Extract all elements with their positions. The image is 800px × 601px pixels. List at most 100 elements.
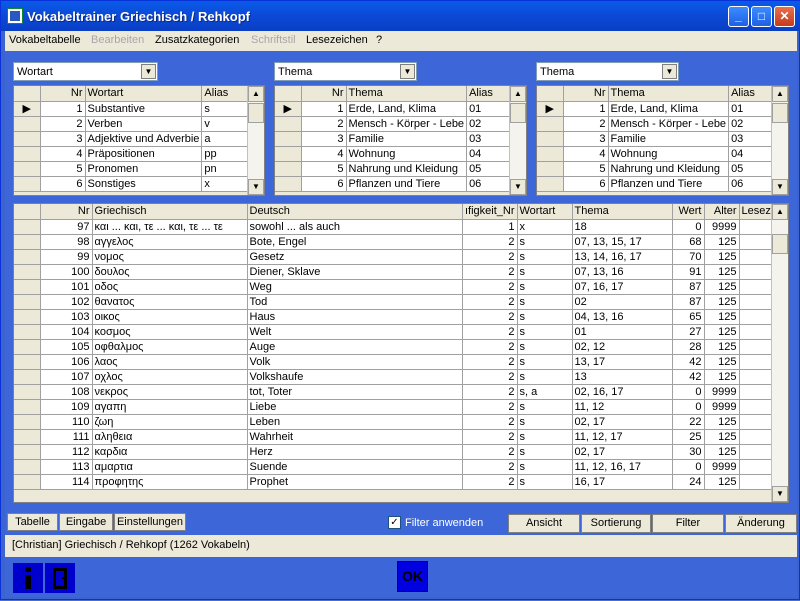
table-row[interactable]: 3 Familie 03 bbox=[537, 131, 778, 147]
col-header-alias[interactable]: Alias bbox=[728, 86, 778, 102]
col-header-nr[interactable]: Nr bbox=[301, 86, 347, 102]
table-cell[interactable] bbox=[739, 399, 774, 415]
table-cell[interactable]: Nahrung und Kleidung bbox=[346, 161, 468, 177]
row-indicator[interactable] bbox=[14, 294, 41, 310]
table-cell[interactable]: Weg bbox=[247, 279, 463, 295]
col-header-wert[interactable]: Wert bbox=[672, 204, 705, 220]
table-cell[interactable]: s bbox=[517, 414, 573, 430]
table-cell[interactable]: 02, 17 bbox=[572, 414, 673, 430]
table-row[interactable]: 112 καρδια Herz 2 s 02, 17 30 125 bbox=[14, 444, 774, 460]
table-cell[interactable]: 04, 13, 16 bbox=[572, 309, 673, 325]
table-cell[interactable]: 106 bbox=[40, 354, 93, 370]
table-cell[interactable]: Verben bbox=[85, 116, 203, 132]
table-cell[interactable]: ζωη bbox=[92, 414, 248, 430]
table-cell[interactable]: 125 bbox=[704, 369, 740, 385]
table-row[interactable]: 2 Verben v bbox=[14, 116, 253, 132]
table-cell[interactable]: 2 bbox=[462, 369, 518, 385]
row-indicator[interactable] bbox=[537, 116, 564, 132]
scroll-down-icon[interactable]: ▼ bbox=[772, 179, 788, 195]
col-header-thema[interactable]: Thema bbox=[572, 204, 673, 220]
table-cell[interactable]: 125 bbox=[704, 309, 740, 325]
table-cell[interactable]: 9999 bbox=[704, 384, 740, 400]
vertical-scrollbar[interactable]: ▲ ▼ bbox=[247, 86, 264, 195]
table-cell[interactable]: Erde, Land, Klima bbox=[346, 101, 468, 117]
info-button[interactable] bbox=[13, 563, 43, 593]
table-cell[interactable]: 108 bbox=[40, 384, 93, 400]
table-cell[interactable]: Pflanzen und Tiere bbox=[608, 176, 730, 192]
table-cell[interactable]: 3 bbox=[563, 131, 609, 147]
row-indicator[interactable] bbox=[14, 324, 41, 340]
table-cell[interactable]: 125 bbox=[704, 249, 740, 265]
table-cell[interactable]: 5 bbox=[563, 161, 609, 177]
table-cell[interactable]: θανατος bbox=[92, 294, 248, 310]
table-cell[interactable]: 125 bbox=[704, 354, 740, 370]
row-indicator[interactable] bbox=[14, 116, 41, 132]
col-header-alias[interactable]: Alias bbox=[466, 86, 516, 102]
table-cell[interactable]: 103 bbox=[40, 309, 93, 325]
table-row[interactable]: ▶ 1 Erde, Land, Klima 01 bbox=[275, 101, 516, 117]
row-indicator[interactable] bbox=[14, 369, 41, 385]
table-cell[interactable]: 02, 17 bbox=[572, 444, 673, 460]
table-cell[interactable]: Pflanzen und Tiere bbox=[346, 176, 468, 192]
table-cell[interactable]: 2 bbox=[462, 399, 518, 415]
exit-button[interactable] bbox=[45, 563, 75, 593]
table-cell[interactable]: x bbox=[201, 176, 253, 192]
table-cell[interactable]: αμαρτια bbox=[92, 459, 248, 475]
row-indicator[interactable] bbox=[537, 161, 564, 177]
table-row[interactable]: 6 Pflanzen und Tiere 06 bbox=[275, 176, 516, 192]
table-cell[interactable]: 1 bbox=[301, 101, 347, 117]
ansicht-button[interactable]: Ansicht bbox=[508, 514, 580, 533]
table-cell[interactable]: 2 bbox=[462, 459, 518, 475]
table-cell[interactable]: 01 bbox=[728, 101, 778, 117]
table-cell[interactable]: 105 bbox=[40, 339, 93, 355]
table-row[interactable]: 4 Präpositionen pp bbox=[14, 146, 253, 162]
row-indicator[interactable]: ▶ bbox=[537, 101, 564, 117]
table-cell[interactable]: 3 bbox=[301, 131, 347, 147]
table-cell[interactable] bbox=[739, 339, 774, 355]
table-cell[interactable]: 01 bbox=[572, 324, 673, 340]
row-indicator[interactable] bbox=[275, 176, 302, 192]
table-cell[interactable]: Präpositionen bbox=[85, 146, 203, 162]
row-indicator[interactable] bbox=[14, 279, 41, 295]
table-row[interactable]: 98 αγγελος Bote, Engel 2 s 07, 13, 15, 17 68 12… bbox=[14, 234, 774, 250]
table-cell[interactable] bbox=[739, 309, 774, 325]
table-cell[interactable]: pn bbox=[201, 161, 253, 177]
table-cell[interactable]: Familie bbox=[346, 131, 468, 147]
table-cell[interactable]: s bbox=[517, 444, 573, 460]
col-header-alter[interactable]: Alter bbox=[704, 204, 740, 220]
table-row[interactable]: 113 αμαρτια Suende 2 s 11, 12, 16, 17 0 9999 bbox=[14, 459, 774, 475]
menu-schriftstil[interactable]: Schriftstil bbox=[251, 34, 296, 46]
row-indicator[interactable] bbox=[14, 474, 41, 490]
table-cell[interactable]: 111 bbox=[40, 429, 93, 445]
table-cell[interactable]: Haus bbox=[247, 309, 463, 325]
table-cell[interactable]: 0 bbox=[672, 219, 705, 235]
table-cell[interactable]: Leben bbox=[247, 414, 463, 430]
table-row[interactable]: 5 Nahrung und Kleidung 05 bbox=[537, 161, 778, 177]
table-cell[interactable]: Diener, Sklave bbox=[247, 264, 463, 280]
table-cell[interactable]: Wohnung bbox=[346, 146, 468, 162]
col-header-nr[interactable]: Nr bbox=[40, 204, 93, 220]
table-cell[interactable]: 11, 12 bbox=[572, 399, 673, 415]
table-cell[interactable]: 9999 bbox=[704, 459, 740, 475]
scroll-thumb[interactable] bbox=[510, 103, 526, 123]
table-cell[interactable]: 70 bbox=[672, 249, 705, 265]
table-cell[interactable]: s, a bbox=[517, 384, 573, 400]
table-cell[interactable]: s bbox=[517, 474, 573, 490]
table-row[interactable]: ▶ 1 Substantive s bbox=[14, 101, 253, 117]
table-cell[interactable]: s bbox=[517, 354, 573, 370]
table-row[interactable]: 102 θανατος Tod 2 s 02 87 125 bbox=[14, 294, 774, 310]
table-cell[interactable]: 1 bbox=[563, 101, 609, 117]
table-cell[interactable]: 2 bbox=[462, 324, 518, 340]
table-cell[interactable] bbox=[739, 384, 774, 400]
table-cell[interactable]: 2 bbox=[462, 414, 518, 430]
table-cell[interactable]: s bbox=[517, 339, 573, 355]
vertical-scrollbar[interactable]: ▲ ▼ bbox=[771, 204, 788, 502]
row-indicator[interactable] bbox=[275, 116, 302, 132]
table-cell[interactable]: 68 bbox=[672, 234, 705, 250]
table-cell[interactable]: Adjektive und Adverbie bbox=[85, 131, 203, 147]
table-cell[interactable]: 2 bbox=[563, 116, 609, 132]
ok-button[interactable]: OK bbox=[397, 561, 428, 592]
table-cell[interactable]: αγαπη bbox=[92, 399, 248, 415]
table-cell[interactable]: 125 bbox=[704, 474, 740, 490]
table-cell[interactable]: 4 bbox=[301, 146, 347, 162]
